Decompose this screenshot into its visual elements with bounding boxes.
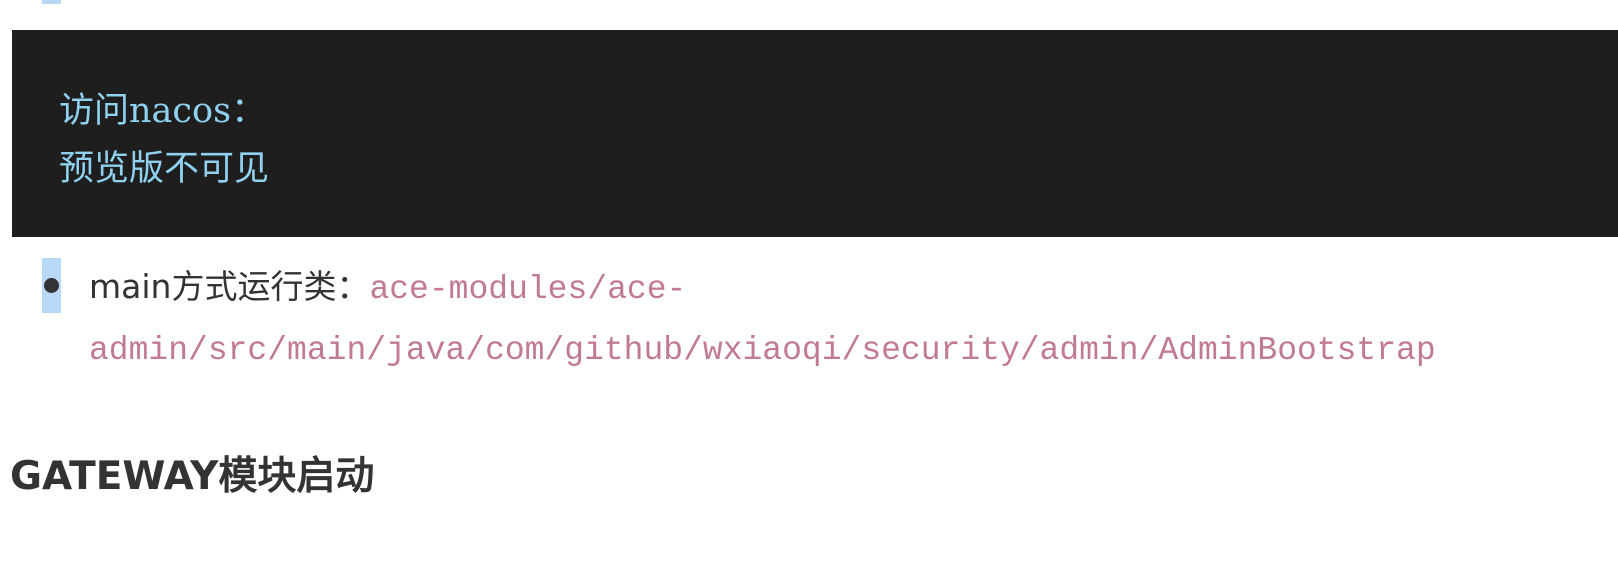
list-item-text: main方式运行类：ace-modules/ace-admin/src/main… [89, 258, 1589, 380]
code-text: ： [231, 91, 267, 131]
section-heading: GATEWAY模块启动 [10, 454, 375, 499]
inline-code-path: admin/src/main/java/com/github/wxiaoqi/s… [89, 332, 1436, 369]
code-block: 访问nacos： 预览版不可见 [12, 30, 1618, 237]
inline-code-path: ace-modules/ace- [369, 271, 687, 308]
code-text: 访问 [59, 91, 130, 131]
code-text: nacos [129, 91, 232, 131]
code-line-preview: 预览版不可见 [59, 149, 270, 189]
code-line-nacos: 访问nacos： [59, 82, 1618, 140]
selection-highlight-marker [42, 0, 61, 4]
list-item-label: main方式运行类： [89, 267, 370, 306]
bullet-icon [44, 278, 59, 293]
